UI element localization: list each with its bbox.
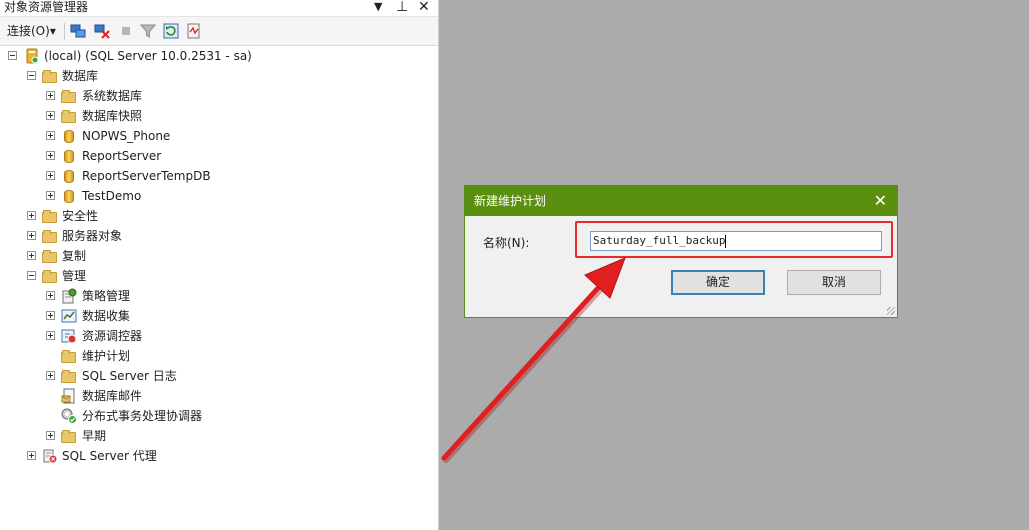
annotation-arrow: [441, 257, 626, 463]
arrow-shape: [441, 257, 626, 463]
